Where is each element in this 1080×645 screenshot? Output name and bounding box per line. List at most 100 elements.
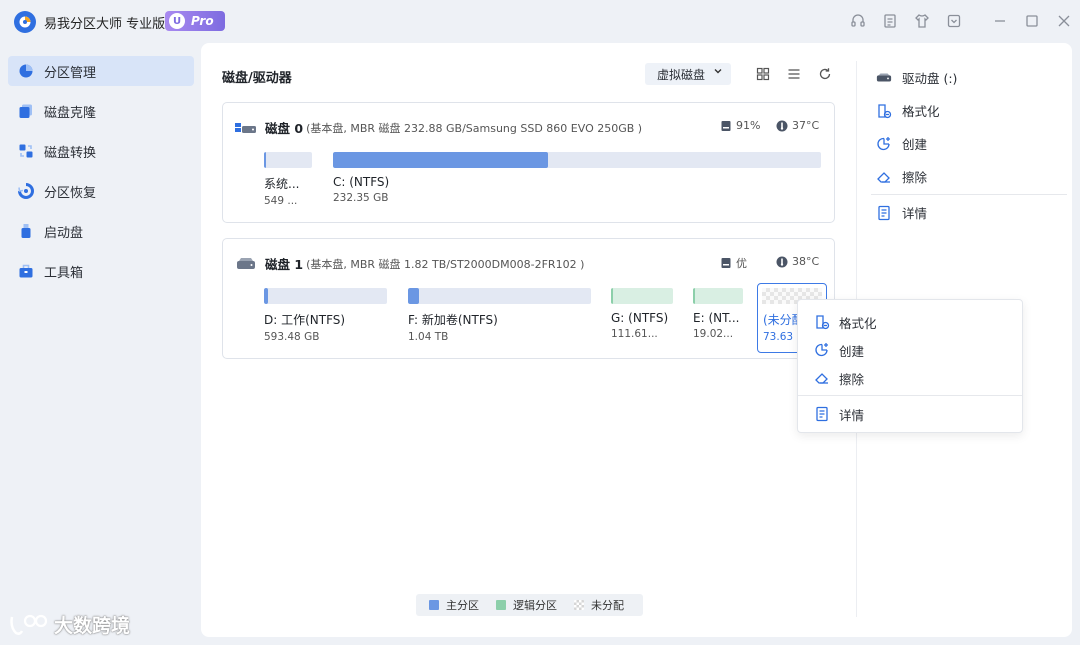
partition-d[interactable]: D: 工作(NTFS) 593.48 GB	[264, 288, 387, 343]
legend-label: 主分区	[446, 599, 479, 612]
chevron-down-icon	[713, 66, 723, 79]
temperature-icon	[776, 256, 788, 268]
sidebar-item-toolbox[interactable]: 工具箱	[8, 256, 194, 286]
sidebar-item-disk-clone[interactable]: 磁盘克隆	[8, 96, 194, 126]
disk-card-1[interactable]: 磁盘 1 (基本盘, MBR 磁盘 1.82 TB/ST2000DM008-2F…	[222, 238, 835, 359]
pie-chart-icon	[18, 63, 34, 79]
context-menu: 格式化 创建 擦除 详情	[797, 299, 1023, 433]
page-title: 磁盘/驱动器	[222, 71, 292, 86]
convert-icon	[18, 143, 34, 159]
partition-system[interactable]: 系统... 549 ...	[264, 152, 312, 207]
disk-info: (基本盘, MBR 磁盘 232.88 GB/Samsung SSD 860 E…	[306, 121, 643, 135]
clone-icon	[18, 103, 34, 119]
pro-label: Pro	[191, 14, 214, 28]
action-panel: 驱动盘 (:) 格式化 创建 擦除 详情	[871, 61, 1067, 229]
disk-card-0[interactable]: 磁盘 0 (基本盘, MBR 磁盘 232.88 GB/Samsung SSD …	[222, 102, 835, 223]
disk-temp: 38°C	[776, 255, 819, 268]
sidebar-item-partition-recovery[interactable]: 分区恢复	[8, 176, 194, 206]
health-value: 优	[736, 257, 747, 270]
menu-separator	[798, 395, 1022, 396]
format-icon	[814, 314, 830, 330]
list-view-icon[interactable]	[778, 65, 809, 83]
action-label: 擦除	[902, 170, 928, 185]
app-title: 易我分区大师 专业版	[44, 17, 166, 32]
headset-icon[interactable]	[842, 10, 874, 32]
disk-name: 磁盘 1	[265, 257, 304, 272]
partition-size: 549 ...	[264, 195, 298, 207]
legend-unallocated: 未分配	[574, 597, 624, 613]
close-icon[interactable]	[1048, 10, 1080, 32]
partition-name: E: (NT...	[693, 311, 740, 325]
shirt-icon[interactable]	[906, 10, 938, 32]
context-item-label: 格式化	[839, 315, 877, 331]
sidebar-item-label: 启动盘	[44, 225, 84, 241]
drive-header: 驱动盘 (:)	[871, 61, 1067, 94]
partition-size: 593.48 GB	[264, 331, 320, 343]
u-badge-icon: U	[169, 13, 185, 29]
maximize-icon[interactable]	[1016, 10, 1048, 32]
format-icon	[876, 103, 892, 119]
health-disk-icon	[720, 120, 732, 132]
create-action[interactable]: 创建	[871, 127, 1067, 160]
action-label: 创建	[902, 137, 928, 152]
create-icon	[814, 342, 830, 358]
watermark-logo-icon	[10, 614, 48, 635]
sidebar-item-disk-convert[interactable]: 磁盘转换	[8, 136, 194, 166]
partition-usage-bar	[693, 288, 743, 304]
details-action[interactable]: 详情	[871, 196, 1067, 229]
context-item-label: 擦除	[839, 371, 865, 387]
eraser-icon	[814, 370, 830, 386]
details-icon	[876, 205, 892, 221]
temperature-icon	[776, 120, 788, 132]
partition-g[interactable]: G: (NTFS) 111.61...	[611, 288, 673, 340]
menu-padding	[798, 300, 1022, 308]
legend-primary: 主分区	[429, 597, 479, 613]
partition-e[interactable]: E: (NT... 19.02...	[693, 288, 743, 340]
context-wipe[interactable]: 擦除	[798, 364, 1022, 392]
partition-usage-bar	[264, 288, 387, 304]
partition-name: F: 新加卷(NTFS)	[408, 313, 498, 327]
partition-size: 111.61...	[611, 328, 658, 340]
sidebar-item-boot-disk[interactable]: 启动盘	[8, 216, 194, 246]
partition-name: G: (NTFS)	[611, 311, 669, 325]
pro-badge[interactable]: U Pro	[165, 11, 225, 31]
usb-icon	[18, 223, 34, 239]
partition-c[interactable]: C: (NTFS) 232.35 GB	[333, 152, 821, 204]
view-toggle-group	[747, 65, 840, 83]
virtual-disk-dropdown[interactable]: 虚拟磁盘	[645, 63, 731, 85]
notes-icon[interactable]	[874, 10, 906, 32]
context-create[interactable]: 创建	[798, 336, 1022, 364]
action-label: 详情	[902, 206, 928, 221]
refresh-icon[interactable]	[809, 65, 840, 83]
partition-usage-bar	[333, 152, 821, 168]
grid-view-icon[interactable]	[747, 65, 778, 83]
wipe-action[interactable]: 擦除	[871, 160, 1067, 193]
temp-value: 38°C	[792, 255, 820, 268]
sidebar: 分区管理 磁盘克隆 磁盘转换 分区恢复 启动盘 工具箱	[0, 56, 200, 296]
watermark-text: 大数跨境	[54, 615, 131, 637]
health-disk-icon	[720, 257, 732, 269]
eraser-icon	[876, 169, 892, 185]
hdd-icon	[235, 257, 257, 271]
titlebar-spacer	[970, 10, 984, 32]
format-action[interactable]: 格式化	[871, 94, 1067, 127]
watermark: 大数跨境	[8, 611, 130, 638]
context-details[interactable]: 详情	[798, 400, 1022, 428]
app-logo-icon	[14, 11, 36, 33]
partition-f[interactable]: F: 新加卷(NTFS) 1.04 TB	[408, 288, 591, 343]
partition-size: 19.02...	[693, 328, 734, 340]
download-icon[interactable]	[938, 10, 970, 32]
minimize-icon[interactable]	[984, 10, 1016, 32]
health-value: 91%	[736, 119, 761, 132]
windows-disk-icon	[235, 121, 257, 135]
legend-label: 逻辑分区	[513, 599, 557, 612]
sidebar-item-partition-manager[interactable]: 分区管理	[8, 56, 194, 86]
virtual-disk-label: 虚拟磁盘	[657, 67, 706, 82]
toolbox-icon	[18, 263, 34, 279]
sidebar-item-label: 分区恢复	[44, 185, 97, 201]
drive-label: 驱动盘 (:)	[902, 71, 958, 86]
context-format[interactable]: 格式化	[798, 308, 1022, 336]
action-label: 格式化	[902, 104, 940, 119]
legend-label: 未分配	[591, 599, 624, 612]
partition-name: C: (NTFS)	[333, 175, 390, 189]
